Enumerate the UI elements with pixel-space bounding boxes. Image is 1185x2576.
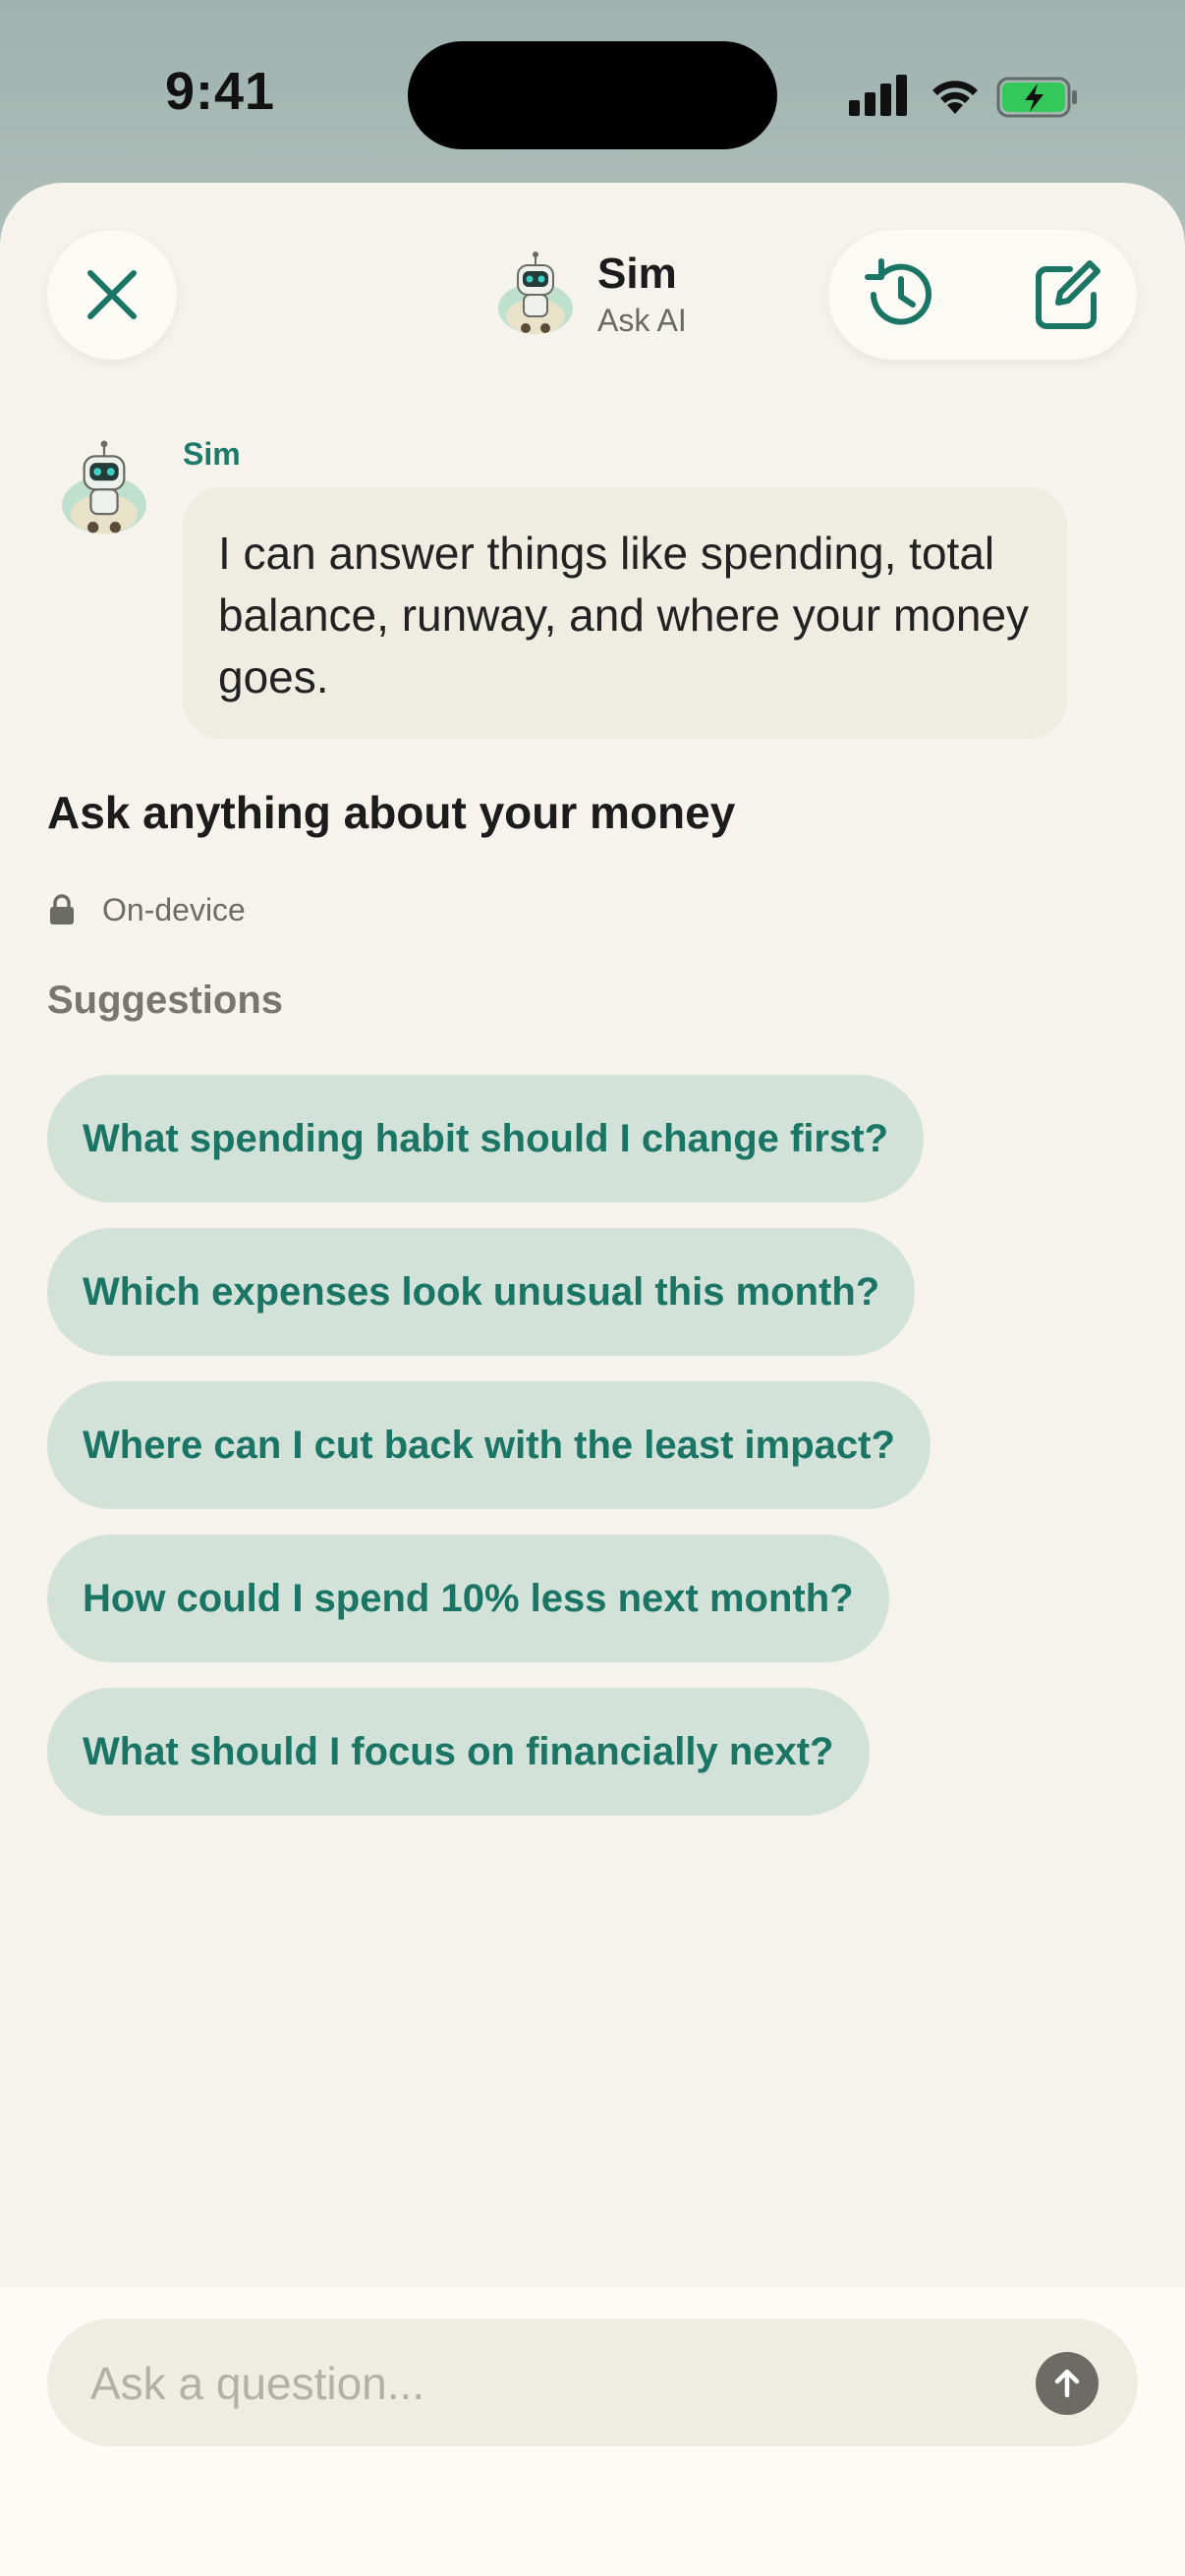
- dynamic-island: [408, 41, 777, 149]
- suggestion-chip[interactable]: Where can I cut back with the least impa…: [47, 1381, 931, 1509]
- privacy-label: On-device: [102, 892, 246, 927]
- chat-title: Sim: [597, 250, 677, 298]
- question-input[interactable]: [88, 2319, 977, 2448]
- assistant-message-bubble: I can answer things like spending, total…: [183, 487, 1067, 739]
- arrow-up-icon: [1054, 2369, 1080, 2398]
- suggestions-heading: Suggestions: [47, 979, 284, 1022]
- suggestion-chip[interactable]: Which expenses look unusual this month?: [47, 1228, 916, 1356]
- history-button[interactable]: [858, 253, 940, 336]
- message-sender: Sim: [183, 436, 241, 472]
- wifi-icon: [932, 81, 978, 114]
- history-icon: [865, 258, 931, 325]
- robot-avatar-icon: [498, 252, 573, 334]
- status-time: 9:41: [165, 62, 276, 121]
- cellular-signal-icon: [849, 73, 908, 116]
- intro-title: Ask anything about your money: [47, 787, 736, 838]
- suggestion-chip[interactable]: What spending habit should I change firs…: [47, 1075, 924, 1203]
- header-actions: [828, 230, 1137, 360]
- suggestion-chip[interactable]: What should I focus on financially next?: [47, 1688, 870, 1816]
- question-composer: [47, 2319, 1138, 2448]
- chat-subtitle: Ask AI: [597, 303, 687, 338]
- battery-charging-icon: [996, 77, 1077, 118]
- close-icon: [87, 270, 137, 319]
- new-chat-button[interactable]: [1025, 253, 1107, 336]
- compose-icon: [1036, 260, 1100, 329]
- suggestion-chip[interactable]: How could I spend 10% less next month?: [47, 1535, 889, 1662]
- send-button[interactable]: [1036, 2352, 1099, 2415]
- robot-avatar-icon: [62, 440, 146, 534]
- lock-icon: [50, 894, 74, 924]
- close-button[interactable]: [47, 230, 177, 360]
